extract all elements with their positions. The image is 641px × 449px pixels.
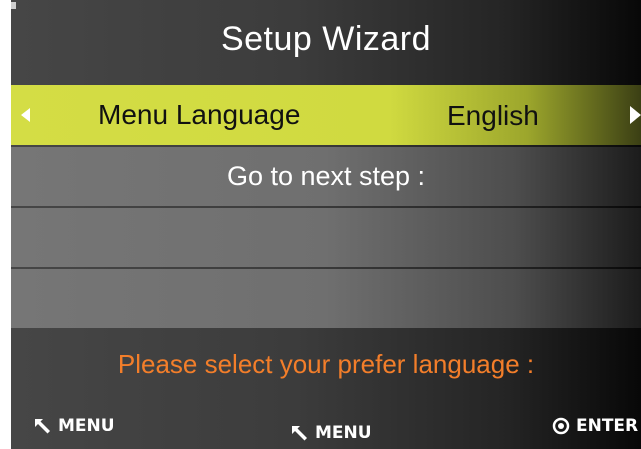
menu-hint-center-label: MENU <box>315 423 372 443</box>
back-arrow-icon <box>292 426 307 441</box>
menu-hint-center: MENU <box>291 423 372 443</box>
menu-language-value: English <box>447 100 539 131</box>
menu-language-label: Menu Language <box>98 99 301 130</box>
menu-rows: Go to next step : <box>11 147 641 330</box>
menu-language-row[interactable]: Menu Language English <box>11 85 641 145</box>
enter-hint: ENTER <box>552 416 638 436</box>
enter-circle-icon <box>552 417 570 435</box>
back-arrow-icon <box>35 419 50 434</box>
menu-hint-left-label: MENU <box>58 416 115 436</box>
corner-mark <box>11 2 16 9</box>
next-step-label: Go to next step : <box>226 161 426 191</box>
empty-row <box>11 269 641 328</box>
page-title: Setup Wizard <box>220 20 432 58</box>
prompt-text: Please select your prefer language : <box>117 349 535 379</box>
menu-hint-left: MENU <box>34 416 115 436</box>
enter-hint-label: ENTER <box>576 416 639 436</box>
arrow-left-icon[interactable] <box>21 108 30 122</box>
arrow-right-icon[interactable] <box>630 106 641 124</box>
empty-row <box>11 208 641 267</box>
setup-wizard-screen: Setup Wizard Menu Language English Go to… <box>11 0 641 449</box>
next-step-row[interactable]: Go to next step : <box>11 147 641 206</box>
